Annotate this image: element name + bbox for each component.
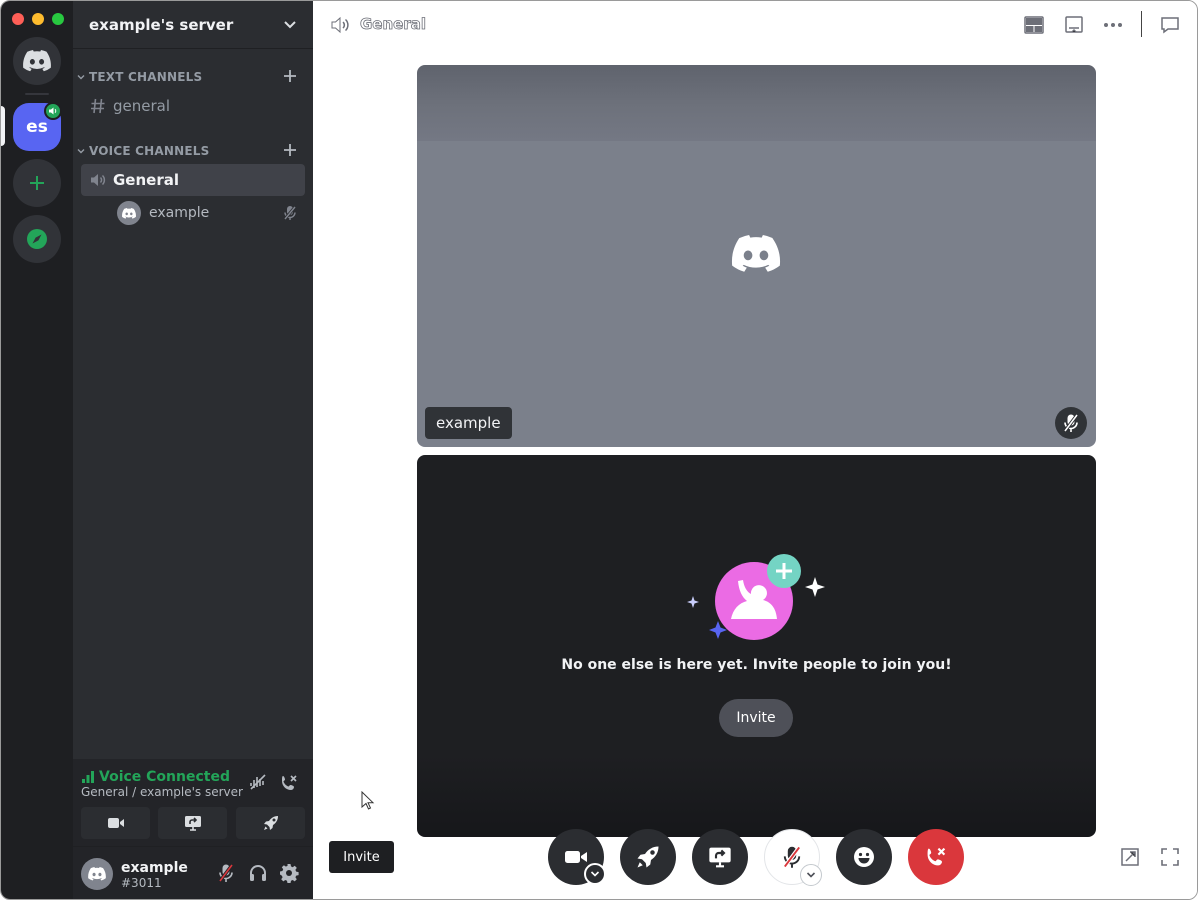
- voice-user-item[interactable]: example: [117, 199, 305, 227]
- add-server-button[interactable]: [13, 159, 61, 207]
- category-label: VOICE CHANNELS: [89, 144, 210, 158]
- voice-location[interactable]: General / example's server: [81, 785, 243, 799]
- chevron-down-icon: [77, 75, 85, 80]
- camera-toggle-button[interactable]: [548, 829, 606, 885]
- username: example: [121, 860, 188, 876]
- server-abbrev: es: [26, 117, 48, 137]
- tile-user-name: example: [436, 414, 501, 432]
- hang-up-icon: [927, 847, 946, 866]
- window-maximize-button[interactable]: [52, 13, 64, 25]
- muted-mic-icon: [783, 846, 801, 868]
- screen-share-icon: [184, 816, 201, 831]
- more-options-icon[interactable]: [1103, 15, 1123, 35]
- discord-logo-icon: [122, 207, 136, 219]
- mic-options-button[interactable]: [800, 864, 822, 886]
- topbar-divider: [1141, 11, 1142, 37]
- channel-name: General: [113, 171, 179, 189]
- noise-suppression-icon[interactable]: [249, 773, 267, 791]
- channel-topbar: General: [313, 1, 1197, 49]
- category-voice-channels[interactable]: VOICE CHANNELS: [73, 141, 313, 161]
- screen-share-button[interactable]: [158, 807, 227, 839]
- muted-mic-icon: [283, 206, 297, 220]
- voice-status-title: Voice Connected: [99, 769, 230, 785]
- fullscreen-icon[interactable]: [1160, 847, 1180, 867]
- discord-logo-icon: [731, 235, 781, 272]
- video-button[interactable]: [81, 807, 150, 839]
- invite-people-button[interactable]: Invite: [719, 699, 793, 737]
- pop-out-icon[interactable]: [1120, 847, 1140, 867]
- activity-launch-button[interactable]: [620, 829, 676, 885]
- smiley-face-icon: [854, 847, 874, 867]
- gear-icon[interactable]: [279, 863, 299, 883]
- discord-logo-icon: [23, 50, 51, 72]
- disconnect-call-button[interactable]: [908, 829, 964, 885]
- add-text-channel-icon[interactable]: [283, 69, 297, 83]
- rocket-icon: [637, 846, 659, 868]
- app-window: es example's server TEXT CHANNELS genera…: [0, 0, 1198, 900]
- invite-button[interactable]: Invite: [329, 841, 394, 873]
- inbox-icon[interactable]: [1064, 15, 1084, 35]
- add-voice-channel-icon[interactable]: [283, 143, 297, 157]
- avatar: [117, 201, 141, 225]
- chevron-down-icon: [284, 20, 296, 28]
- server-name: example's server: [89, 15, 234, 34]
- camera-options-button[interactable]: [584, 863, 606, 885]
- category-text-channels[interactable]: TEXT CHANNELS: [73, 67, 313, 87]
- channel-name: general: [113, 97, 171, 115]
- tile-name-badge: example: [425, 407, 512, 439]
- chevron-down-icon: [590, 871, 600, 877]
- screen-share-toggle-button[interactable]: [692, 829, 748, 885]
- voice-connected-panel: Voice Connected General / example's serv…: [73, 759, 313, 847]
- empty-invite-tile: No one else is here yet. Invite people t…: [417, 455, 1096, 837]
- discord-logo-icon: [88, 867, 106, 881]
- server-header[interactable]: example's server: [73, 1, 313, 49]
- mouse-cursor-icon: [361, 791, 375, 810]
- voice-stage-area: General example No one else is here yet.…: [313, 1, 1197, 899]
- hashtag-icon: [91, 98, 105, 114]
- channel-item-general-voice[interactable]: General: [81, 164, 305, 196]
- voice-user-name: example: [149, 205, 210, 221]
- rocket-icon: [263, 816, 278, 830]
- chat-bubble-icon[interactable]: [1160, 15, 1180, 35]
- activity-button[interactable]: [236, 807, 305, 839]
- speaker-icon: [91, 174, 106, 186]
- chevron-down-icon: [77, 149, 85, 154]
- user-panel: example #3011: [73, 847, 313, 899]
- compass-icon: [27, 229, 47, 249]
- muted-mic-icon: [1063, 413, 1079, 433]
- channel-sidebar: example's server TEXT CHANNELS general V…: [73, 1, 313, 899]
- channel-title: General: [360, 15, 427, 34]
- chevron-down-icon: [806, 872, 816, 878]
- avatar[interactable]: [81, 858, 113, 890]
- category-label: TEXT CHANNELS: [89, 70, 203, 84]
- voice-active-speaker-icon: [44, 102, 62, 120]
- mute-toggle-button[interactable]: [764, 829, 822, 886]
- soundboard-button[interactable]: [836, 829, 892, 885]
- tile-mute-badge: [1055, 407, 1087, 439]
- voice-status[interactable]: Voice Connected: [81, 769, 230, 785]
- rail-separator: [25, 93, 49, 95]
- headphones-icon[interactable]: [248, 863, 268, 883]
- camera-icon: [107, 818, 124, 828]
- plus-icon: [30, 176, 44, 190]
- user-video-tile[interactable]: example: [417, 65, 1096, 447]
- window-minimize-button[interactable]: [32, 13, 44, 25]
- invite-friends-illustration-icon: [687, 554, 825, 640]
- selected-server-indicator: [1, 106, 5, 146]
- speaker-icon: [331, 16, 349, 34]
- window-close-button[interactable]: [12, 13, 24, 25]
- muted-mic-icon[interactable]: [217, 863, 235, 883]
- grid-layout-icon[interactable]: [1024, 15, 1044, 35]
- user-tag: #3011: [121, 876, 162, 890]
- camera-icon: [565, 851, 587, 863]
- channel-item-general-text[interactable]: general: [81, 90, 305, 122]
- explore-servers-button[interactable]: [13, 215, 61, 263]
- disconnect-icon[interactable]: [279, 773, 299, 793]
- server-rail: es: [1, 1, 73, 899]
- home-button[interactable]: [13, 37, 61, 85]
- empty-message: No one else is here yet. Invite people t…: [561, 657, 952, 673]
- signal-bars-icon: [82, 771, 94, 783]
- screen-share-icon: [709, 847, 731, 868]
